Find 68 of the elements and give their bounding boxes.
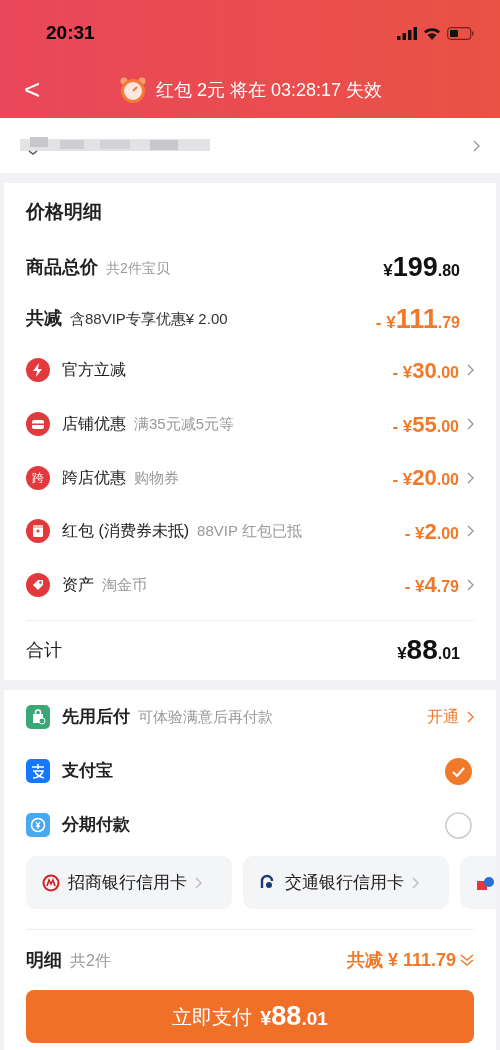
price: - ¥30.00: [392, 356, 459, 385]
section-title: 价格明细: [26, 199, 102, 224]
bank-logo-icon: [476, 874, 494, 891]
row-note: 购物券: [134, 467, 179, 488]
chevron-right-icon: [195, 876, 202, 889]
lightning-icon: [26, 358, 50, 383]
bank-card-chip[interactable]: 交通银行信用卡: [243, 856, 449, 909]
row-label: 先用后付: [62, 706, 130, 729]
payment-option[interactable]: 分期付款: [26, 798, 474, 852]
row-label: 跨店优惠: [62, 467, 126, 488]
row-label: 支付宝: [62, 760, 113, 783]
price: - ¥2.00: [404, 517, 459, 546]
bank-card-chip[interactable]: 招商银行信用卡: [26, 856, 232, 909]
back-button[interactable]: <: [24, 76, 41, 104]
price: ¥199.80: [383, 251, 460, 285]
battery-icon: [447, 26, 474, 40]
expand-icon[interactable]: [460, 953, 474, 967]
chevron-right-icon: [467, 418, 474, 431]
price: - ¥55.00: [392, 410, 459, 439]
price: - ¥4.79: [404, 571, 459, 600]
chevron-right-icon: [467, 364, 474, 377]
radio-unchecked[interactable]: [445, 811, 472, 839]
cross-store-icon: 跨: [26, 465, 50, 490]
chevron-right-icon: [467, 711, 474, 723]
row-note: 满35元减5元等: [134, 414, 235, 435]
address-row[interactable]: [0, 118, 500, 173]
row-note: 共2件宝贝: [106, 258, 170, 278]
price: - ¥111.79: [375, 302, 460, 336]
installment-icon: [26, 813, 50, 837]
row-label: 共减: [26, 307, 62, 331]
signal-icon: [397, 26, 417, 40]
discount-row[interactable]: 红包 (消费券未抵) 88VIP 红包已抵 - ¥2.00: [26, 504, 474, 558]
price: - ¥20.00: [392, 464, 459, 493]
envelope-icon: [26, 519, 50, 544]
chevron-right-icon: [412, 876, 419, 889]
discount-row[interactable]: 官方立减 - ¥30.00: [26, 343, 474, 398]
chevron-right-icon: [473, 139, 480, 152]
shopping-bag-icon: [26, 705, 50, 729]
payment-app-icon: [26, 759, 50, 783]
price: ¥88.01: [397, 633, 460, 668]
row-note: 可体验满意后再付款: [138, 707, 273, 728]
bank-logo-icon: [42, 873, 60, 892]
row-label: 商品总价: [26, 255, 98, 279]
row-note: 淘金币: [102, 574, 147, 595]
status-time: 20:31: [46, 20, 95, 45]
row-label: 官方立减: [62, 360, 126, 381]
row-note: 含88VIP专享优惠¥ 2.00: [70, 309, 228, 330]
row-label: 明细: [26, 948, 62, 972]
radio-checked[interactable]: [445, 757, 472, 785]
wifi-icon: [423, 26, 441, 40]
row-label: 店铺优惠: [62, 414, 126, 435]
row-label: 红包 (消费券未抵): [62, 521, 190, 542]
discount-row[interactable]: 跨 跨店优惠 购物券 - ¥20.00: [26, 450, 474, 505]
discount-row[interactable]: 店铺优惠 满35元减5元等 - ¥55.00: [26, 397, 474, 451]
countdown-text: 红包 2元 将在 03:28:17 失效: [155, 78, 383, 102]
shop-icon: [26, 412, 50, 437]
row-label: 合计: [26, 638, 62, 662]
tag-icon: [26, 572, 50, 597]
row-note: 共2件: [70, 950, 111, 971]
reduction-total: 共减 ¥ 111.79: [346, 948, 456, 972]
chevron-right-icon: [467, 578, 474, 591]
discount-row[interactable]: 资产 淘金币 - ¥4.79: [26, 557, 474, 612]
row-label: 资产: [62, 574, 94, 595]
chevron-right-icon: [467, 525, 474, 538]
row-note: 88VIP 红包已抵: [197, 521, 302, 542]
chevron-right-icon: [467, 471, 474, 484]
payment-option[interactable]: 支付宝: [26, 744, 474, 798]
row-label: 分期付款: [62, 814, 130, 837]
